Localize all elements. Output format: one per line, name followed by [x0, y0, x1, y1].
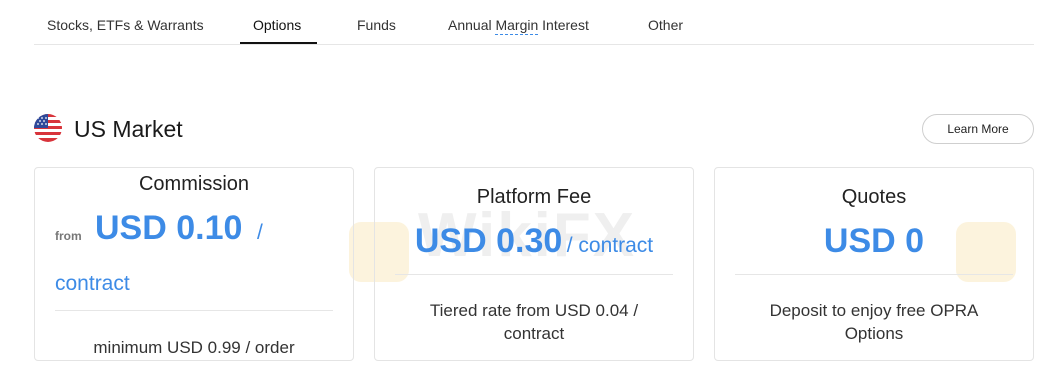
us-market-header: US Market Learn More	[34, 114, 1034, 146]
card-title: Platform Fee	[476, 186, 592, 208]
card-note-line: Tiered rate from USD 0.04 /	[429, 301, 639, 320]
us-flag-icon	[34, 114, 62, 142]
price-slash: /	[257, 221, 263, 244]
from-label: from	[55, 229, 82, 243]
quotes-price-line: USD 0	[715, 222, 1033, 261]
active-tab-indicator	[240, 42, 317, 44]
commission-price: USD 0.10	[95, 209, 243, 247]
price-unit: contract	[55, 272, 130, 295]
card-note: Tiered rate from USD 0.04 / contract	[395, 299, 673, 345]
tab-label-prefix: Annual	[448, 17, 496, 33]
card-title: Commission	[138, 173, 250, 195]
card-divider	[55, 310, 333, 311]
price-unit: / contract	[566, 234, 654, 257]
platform-fee-price-line: USD 0.30 / contract	[375, 222, 693, 261]
quotes-price: USD 0	[823, 222, 925, 260]
commission-card: Commission from USD 0.10 / contract mini…	[34, 167, 354, 361]
tab-funds[interactable]: Funds	[357, 17, 396, 33]
quotes-card: Quotes USD 0 Deposit to enjoy free OPRA …	[714, 167, 1034, 361]
tab-stocks-etfs-warrants[interactable]: Stocks, ETFs & Warrants	[47, 17, 204, 33]
card-title: Quotes	[841, 186, 907, 208]
section-title: US Market	[74, 116, 183, 142]
learn-more-button[interactable]: Learn More	[922, 114, 1034, 144]
card-divider	[395, 274, 673, 275]
product-tabs: Stocks, ETFs & Warrants Options Funds An…	[34, 0, 1034, 45]
card-note: minimum USD 0.99 / order	[93, 338, 295, 357]
platform-fee-card: Platform Fee USD 0.30 / contract Tiered …	[374, 167, 694, 361]
card-divider	[735, 274, 1013, 275]
platform-fee-price: USD 0.30	[414, 222, 563, 260]
tab-label-suffix: Interest	[538, 17, 589, 33]
margin-tooltip-term[interactable]: Margin	[495, 17, 539, 35]
card-note-line: contract	[503, 324, 565, 343]
tab-options[interactable]: Options	[253, 17, 301, 33]
card-note: Deposit to enjoy free OPRA Options	[735, 299, 1013, 345]
card-note-line: Options	[844, 324, 904, 343]
tab-annual-margin-interest[interactable]: Annual Margin Interest	[448, 17, 589, 35]
card-note-line: Deposit to enjoy free OPRA	[769, 301, 979, 320]
tab-other[interactable]: Other	[648, 17, 683, 33]
